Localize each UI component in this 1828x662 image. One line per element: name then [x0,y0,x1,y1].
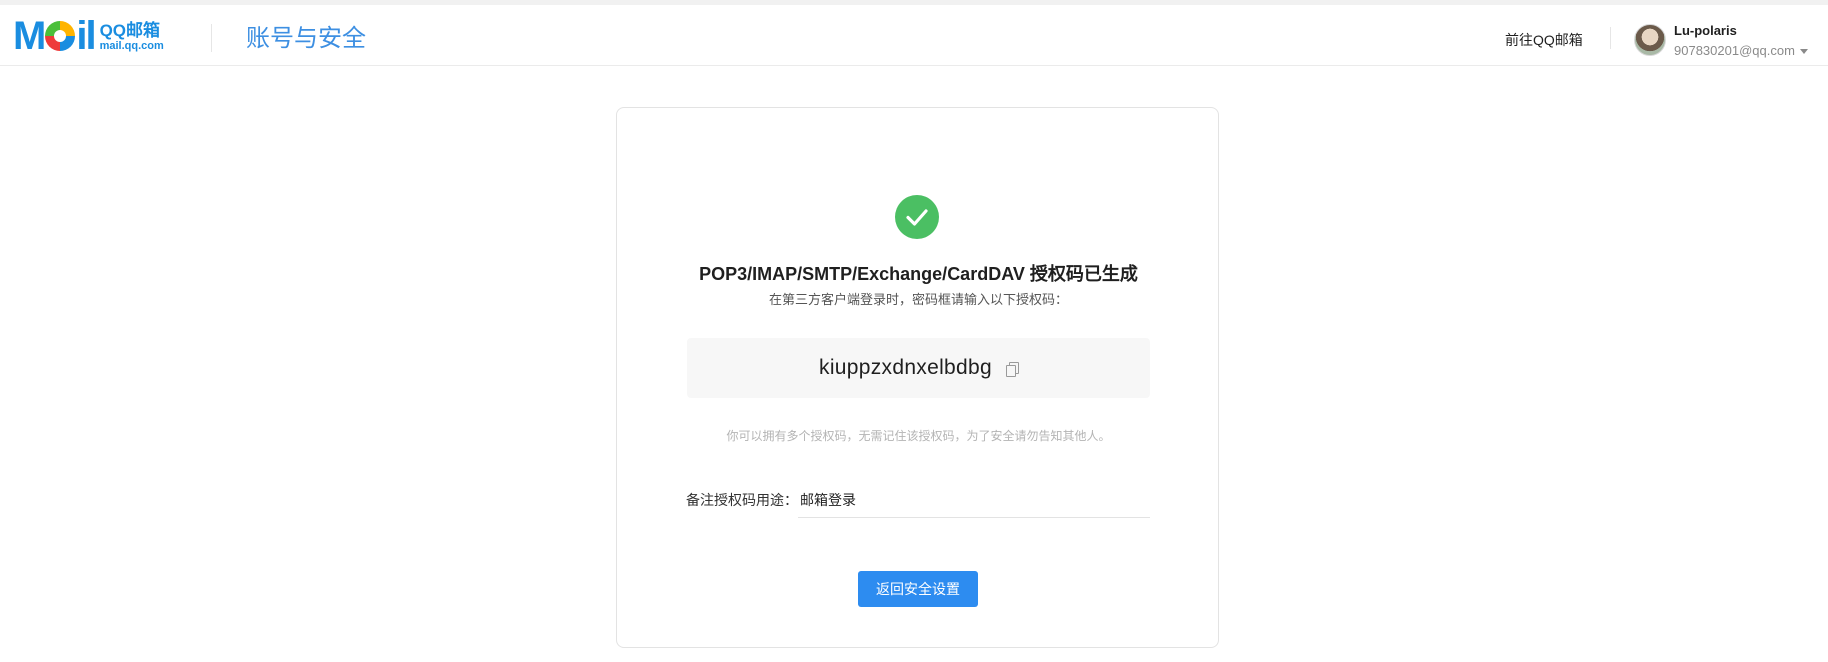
user-name[interactable]: Lu-polaris [1674,23,1737,39]
caret-down-icon[interactable] [1799,48,1808,54]
user-email-text: 907830201@qq.com [1674,43,1795,58]
logo-letter-i: i [76,14,87,58]
auth-code-note: 你可以拥有多个授权码，无需记住该授权码，为了安全请勿告知其他人。 [726,429,1111,443]
card-title: POP3/IMAP/SMTP/Exchange/CardDAV 授权码已生成 [699,264,1138,284]
logo-letter-m: M [13,14,46,58]
auth-code-box: kiuppzxdnxelbdbg [687,338,1150,398]
logo-text-top: QQ邮箱 [99,20,161,40]
qq-mail-logo[interactable]: M i l QQ邮箱 mail.qq.com [13,14,164,58]
page-title: 账号与安全 [246,25,366,52]
remark-label: 备注授权码用途： [686,492,798,508]
auth-code[interactable]: kiuppzxdnxelbdbg [819,356,992,380]
back-to-security-button[interactable]: 返回安全设置 [858,571,978,607]
check-circle-icon [895,195,939,239]
remark-input[interactable] [798,482,1150,518]
auth-code-card: POP3/IMAP/SMTP/Exchange/CardDAV 授权码已生成 在… [616,107,1219,648]
goto-mail-link[interactable]: 前往QQ邮箱 [1505,31,1583,49]
user-email[interactable]: 907830201@qq.com [1674,43,1808,59]
header-divider [211,24,212,52]
logo-o-icon [45,21,76,51]
header-divider-right [1610,27,1611,49]
logo-mark: M i l [13,14,97,58]
card-subtitle: 在第三方客户端登录时，密码框请输入以下授权码： [768,292,1068,307]
logo-letter-l: l [85,14,96,58]
avatar[interactable] [1634,24,1666,56]
logo-text-bottom: mail.qq.com [99,39,164,52]
logo-text: QQ邮箱 mail.qq.com [100,21,164,52]
copy-icon[interactable] [1005,361,1019,377]
header: M i l QQ邮箱 mail.qq.com 账号与安全 前往QQ邮箱 Lu-p… [0,5,1828,66]
